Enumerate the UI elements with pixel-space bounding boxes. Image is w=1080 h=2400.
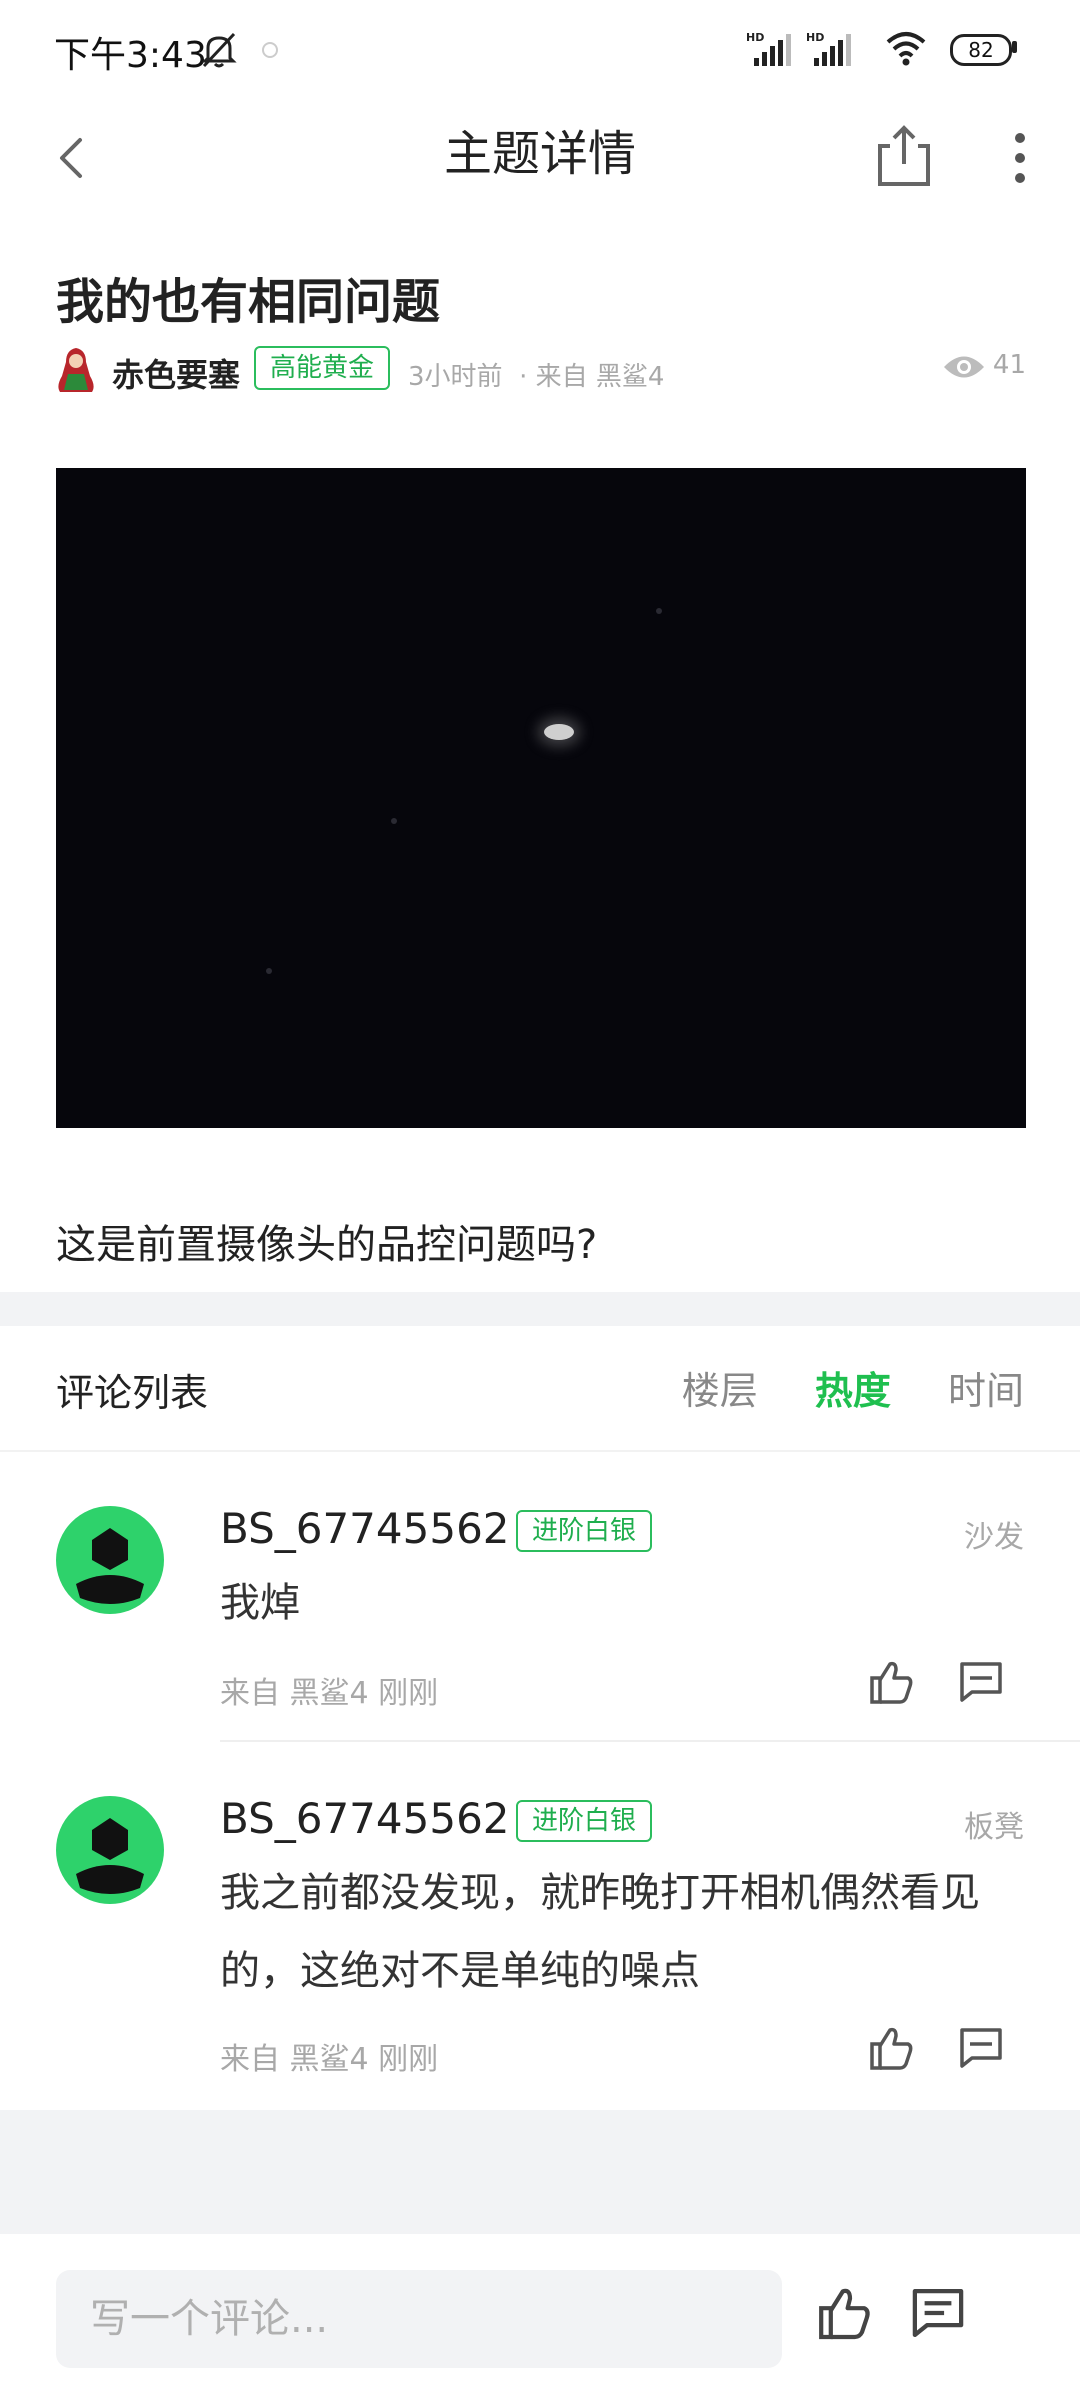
author-rank-badge: 高能黄金 bbox=[254, 346, 391, 390]
comment-item: BS_67745562 进阶白银 板凳 我之前都没发现，就昨晚打开相机偶然看见的… bbox=[0, 1744, 1080, 2110]
eye-icon bbox=[942, 350, 986, 388]
floor-label: 板凳 bbox=[964, 1810, 1024, 1845]
battery-indicator: 82 bbox=[950, 34, 1012, 66]
comment-meta: 来自 黑鲨4 刚刚 bbox=[220, 1676, 439, 1711]
author-name[interactable]: 赤色要塞 bbox=[112, 350, 240, 396]
comment-input[interactable] bbox=[56, 2270, 782, 2368]
svg-text:HD: HD bbox=[806, 31, 824, 44]
more-vertical-icon bbox=[1015, 133, 1025, 183]
comments-header: 评论列表 楼层 热度 时间 bbox=[0, 1326, 1080, 1452]
section-divider bbox=[0, 1292, 1080, 1326]
post-image[interactable] bbox=[56, 468, 1026, 1128]
comment-reply-icon[interactable] bbox=[958, 1660, 1004, 1708]
status-dot-icon bbox=[262, 42, 278, 58]
share-icon bbox=[878, 125, 930, 186]
image-speck bbox=[266, 968, 272, 974]
sort-tab-time[interactable]: 时间 bbox=[948, 1360, 1024, 1415]
post-title: 我的也有相同问题 bbox=[56, 274, 441, 330]
cell-signal-2-icon: HD bbox=[806, 30, 858, 74]
commenter-avatar[interactable] bbox=[56, 1506, 164, 1614]
bell-muted-icon bbox=[198, 30, 240, 74]
post-time: 3小时前 bbox=[408, 362, 503, 392]
comment-text: 我之前都没发现，就昨晚打开相机偶然看见的，这绝对不是单纯的噪点 bbox=[220, 1870, 980, 1994]
sort-tab-popularity[interactable]: 热度 bbox=[815, 1360, 891, 1415]
sort-tabs: 楼层 热度 时间 bbox=[630, 1360, 1024, 1415]
like-post-icon[interactable] bbox=[814, 2284, 874, 2346]
image-speck bbox=[656, 608, 662, 614]
comment-meta: 来自 黑鲨4 刚刚 bbox=[220, 2042, 439, 2077]
battery-tip bbox=[1012, 41, 1017, 53]
status-bar: 下午3:43 HD HD 82 bbox=[0, 0, 1080, 96]
top-nav-bar: 主题详情 bbox=[0, 96, 1080, 216]
post-meta: 3小时前 · 来自 黑鲨4 bbox=[408, 356, 664, 393]
comment-input-bar bbox=[0, 2234, 1080, 2400]
comment-item: BS_67745562 进阶白银 沙发 我焯 来自 黑鲨4 刚刚 bbox=[0, 1452, 1080, 1742]
post-source: · 来自 黑鲨4 bbox=[519, 362, 665, 392]
author-row: 赤色要塞 高能黄金 3小时前 · 来自 黑鲨4 41 bbox=[56, 344, 1026, 398]
sort-tab-floor[interactable]: 楼层 bbox=[682, 1360, 758, 1415]
list-end-area bbox=[0, 2110, 1080, 2234]
comment-separator bbox=[220, 1740, 1080, 1742]
comment-reply-icon[interactable] bbox=[958, 2026, 1004, 2074]
thumbs-up-icon[interactable] bbox=[866, 2024, 916, 2076]
commenter-name[interactable]: BS_67745562 bbox=[220, 1794, 510, 1843]
share-button[interactable] bbox=[872, 112, 936, 192]
commenter-rank-badge: 进阶白银 bbox=[516, 1800, 653, 1842]
thumbs-up-icon[interactable] bbox=[866, 1658, 916, 1710]
floor-label: 沙发 bbox=[964, 1520, 1024, 1555]
svg-text:HD: HD bbox=[746, 31, 764, 44]
view-count: 41 bbox=[992, 350, 1026, 380]
image-noise-spot bbox=[544, 724, 574, 740]
commenter-rank-badge: 进阶白银 bbox=[516, 1510, 653, 1552]
comment-text: 我焯 bbox=[220, 1580, 300, 1626]
commenter-name[interactable]: BS_67745562 bbox=[220, 1504, 510, 1553]
more-options-button[interactable] bbox=[1000, 116, 1040, 196]
cell-signal-icon: HD bbox=[746, 30, 798, 74]
commenter-avatar[interactable] bbox=[56, 1796, 164, 1904]
status-time: 下午3:43 bbox=[54, 35, 207, 76]
image-speck bbox=[391, 818, 397, 824]
post-body: 这是前置摄像头的品控问题吗? bbox=[56, 1222, 598, 1268]
author-avatar[interactable] bbox=[56, 346, 96, 394]
wifi-icon bbox=[884, 28, 928, 72]
comment-icon[interactable] bbox=[910, 2286, 966, 2344]
comments-title: 评论列表 bbox=[56, 1371, 209, 1415]
